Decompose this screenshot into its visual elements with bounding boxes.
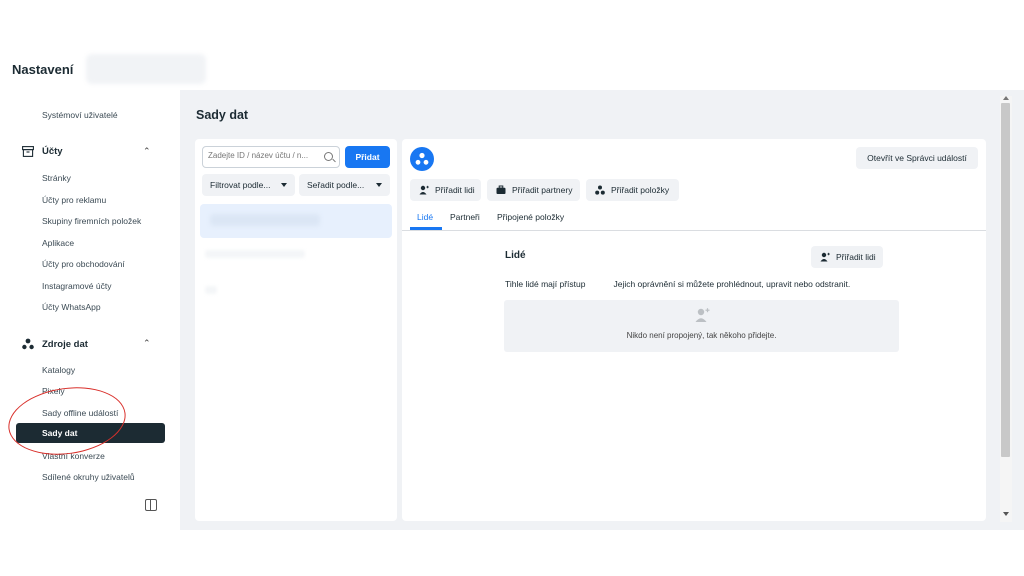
app-title: Nastavení <box>12 62 74 77</box>
redacted-list-item <box>205 250 305 258</box>
button-label: Přiřadit položky <box>611 185 670 195</box>
sidebar-item-pages[interactable]: Stránky <box>42 173 71 183</box>
sidebar-item-custom-conversions[interactable]: Vlastní konverze <box>42 451 105 461</box>
search-icon <box>324 152 333 161</box>
sidebar-item-shared-audiences[interactable]: Sdílené okruhy uživatelů <box>42 472 135 482</box>
redacted-list-item <box>205 286 217 294</box>
scroll-down-icon[interactable] <box>1003 512 1009 516</box>
sort-dropdown[interactable]: Seřadit podle... <box>299 174 390 196</box>
list-item-selected[interactable] <box>200 204 392 238</box>
chevron-up-icon[interactable]: ⌃ <box>143 146 151 157</box>
scroll-up-icon[interactable] <box>1003 96 1009 100</box>
sidebar-section-label: Účty <box>42 146 63 157</box>
filter-dropdown[interactable]: Filtrovat podle... <box>202 174 295 196</box>
page-title: Sady dat <box>196 108 249 122</box>
search-box[interactable] <box>202 146 340 168</box>
dataset-avatar <box>410 147 434 171</box>
sidebar-item-ad-accounts[interactable]: Účty pro reklamu <box>42 195 106 205</box>
search-input[interactable] <box>208 151 320 160</box>
assign-partners-button[interactable]: Přiřadit partnery <box>487 179 580 201</box>
sidebar-section-data-sources[interactable]: Zdroje dat <box>22 338 88 350</box>
data-sources-icon <box>415 152 429 165</box>
button-label: Přiřadit lidi <box>435 185 475 195</box>
sidebar-item-business-asset-groups[interactable]: Skupiny firemních položek <box>42 216 141 226</box>
tab-people[interactable]: Lidé <box>417 212 433 222</box>
sidebar-section-label: Zdroje dat <box>42 338 88 350</box>
description-suffix: Jejich oprávnění si můžete prohlédnout, … <box>613 279 851 289</box>
empty-state: Nikdo není propojený, tak někoho přidejt… <box>504 300 899 352</box>
sidebar-section-accounts[interactable]: Účty <box>22 146 63 157</box>
tab-partners[interactable]: Partneři <box>450 212 480 222</box>
caret-down-icon <box>376 183 382 187</box>
tab-connected-assets[interactable]: Připojené položky <box>497 212 564 222</box>
people-section-title: Lidé <box>505 250 526 261</box>
collapse-sidebar-icon[interactable] <box>145 499 157 511</box>
sidebar-item-datasets[interactable]: Sady dat <box>16 423 165 443</box>
top-bar <box>0 48 1024 90</box>
caret-down-icon <box>281 183 287 187</box>
person-add-icon <box>419 185 429 195</box>
open-in-events-manager-button[interactable]: Otevřít ve Správci událostí <box>856 147 978 169</box>
description-prefix: Tihle lidé mají přístup <box>505 279 586 289</box>
button-label: Přiřadit lidi <box>836 252 876 262</box>
sidebar-item-catalogs[interactable]: Katalogy <box>42 365 75 375</box>
assign-people-button-secondary[interactable]: Přiřadit lidi <box>811 246 883 268</box>
sidebar-item-offline-event-sets[interactable]: Sady offline událostí <box>42 408 118 418</box>
sidebar-item-whatsapp-accounts[interactable]: Účty WhatsApp <box>42 302 101 312</box>
assets-icon <box>595 185 605 195</box>
chevron-up-icon[interactable]: ⌃ <box>143 338 151 349</box>
redacted-business-name <box>86 54 206 84</box>
assign-assets-button[interactable]: Přiřadit položky <box>586 179 679 201</box>
sidebar-item-system-users[interactable]: Systémoví uživatelé <box>42 110 118 120</box>
button-label: Přiřadit partnery <box>512 185 573 195</box>
sort-label: Seřadit podle... <box>307 180 365 190</box>
add-button[interactable]: Přidat <box>345 146 390 168</box>
data-sources-icon <box>22 338 34 350</box>
empty-state-text: Nikdo není propojený, tak někoho přidejt… <box>626 331 777 340</box>
redacted-dataset-name <box>210 214 320 226</box>
person-add-icon <box>695 308 710 322</box>
sidebar-item-label: Sady dat <box>42 428 78 438</box>
filter-label: Filtrovat podle... <box>210 180 271 190</box>
dataset-list-panel <box>195 139 397 521</box>
briefcase-icon <box>496 185 506 194</box>
assign-people-button[interactable]: Přiřadit lidi <box>410 179 481 201</box>
sidebar-item-commerce-accounts[interactable]: Účty pro obchodování <box>42 259 125 269</box>
tab-divider <box>402 230 986 231</box>
people-description: Tihle lidé mají přístup Jejich oprávnění … <box>505 279 850 289</box>
scrollbar-thumb[interactable] <box>1001 103 1010 457</box>
person-add-icon <box>820 252 830 262</box>
sidebar-item-instagram-accounts[interactable]: Instagramové účty <box>42 281 111 291</box>
archive-box-icon <box>22 146 34 157</box>
sidebar-item-apps[interactable]: Aplikace <box>42 238 74 248</box>
sidebar-item-pixels[interactable]: Pixely <box>42 386 65 396</box>
